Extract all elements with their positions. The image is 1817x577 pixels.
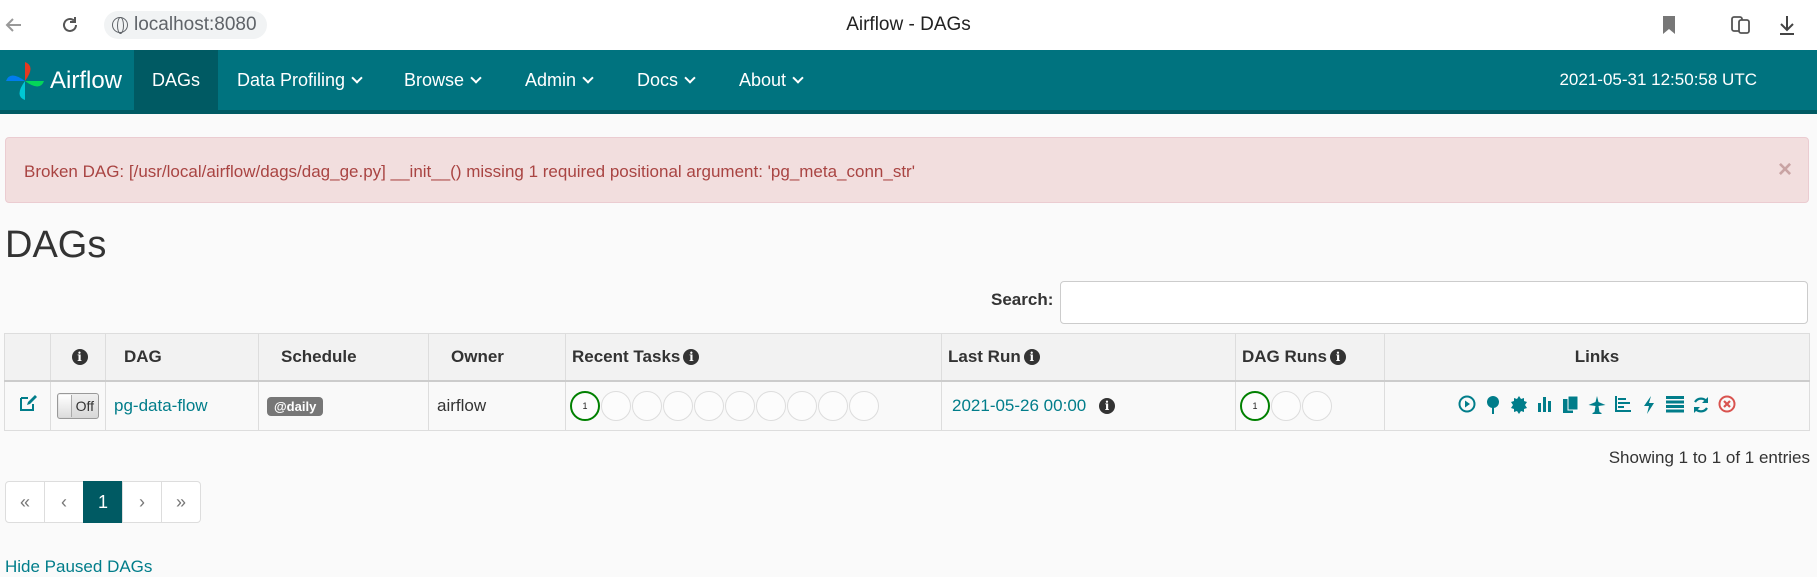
run-status-circle[interactable]: [1271, 390, 1301, 421]
schedule-badge[interactable]: @daily: [267, 396, 324, 416]
gantt-icon[interactable]: [1612, 395, 1634, 417]
nav-docs-label: Docs: [637, 69, 679, 90]
run-status-success[interactable]: 1: [1240, 390, 1270, 421]
toggle-cell: Off: [50, 380, 106, 431]
current-page-button[interactable]: 1: [83, 481, 123, 523]
header-schedule[interactable]: Schedule: [258, 333, 429, 382]
graph-view-icon[interactable]: [1508, 395, 1530, 417]
broken-dag-alert: Broken DAG: [/usr/local/airflow/dags/dag…: [5, 137, 1809, 203]
tries-icon[interactable]: [1560, 395, 1582, 417]
task-status-success[interactable]: 1: [570, 390, 600, 421]
nav-browse[interactable]: Browse: [386, 50, 498, 110]
task-status-circle[interactable]: [756, 390, 786, 421]
next-page-button[interactable]: ›: [122, 481, 162, 523]
schedule-cell: @daily: [258, 380, 429, 431]
logs-icon[interactable]: [1664, 395, 1686, 417]
chevron-down-icon: [351, 71, 363, 84]
task-status-circle[interactable]: [725, 390, 755, 421]
table-row: Off pg-data-flow @daily airflow 1 2021-0…: [4, 380, 1810, 431]
dag-id-cell: pg-data-flow: [105, 380, 259, 431]
nav-data-profiling[interactable]: Data Profiling: [219, 50, 379, 110]
chevron-down-icon: [792, 71, 804, 84]
last-run-cell: 2021-05-26 00:00 i: [941, 380, 1236, 431]
header-info: i: [50, 333, 106, 382]
pagination: « ‹ 1 › »: [5, 481, 201, 523]
dag-link[interactable]: pg-data-flow: [114, 396, 208, 415]
table-header-row: i DAG Schedule Owner Recent Tasks i Last …: [4, 333, 1810, 382]
header-edit: [4, 333, 51, 382]
header-dag-runs: DAG Runs i: [1235, 333, 1385, 382]
header-last-run: Last Run i: [941, 333, 1236, 382]
refresh-icon[interactable]: [1690, 395, 1712, 417]
chevron-down-icon: [470, 71, 482, 84]
nav-admin[interactable]: Admin: [507, 50, 610, 110]
last-run-link[interactable]: 2021-05-26 00:00: [952, 396, 1086, 415]
landing-times-icon[interactable]: [1586, 395, 1608, 417]
task-status-circle[interactable]: [787, 390, 817, 421]
task-status-circle[interactable]: [694, 390, 724, 421]
hide-paused-dags-link[interactable]: Hide Paused DAGs: [5, 557, 152, 577]
run-status-circle[interactable]: [1302, 390, 1332, 421]
task-status-circle[interactable]: [601, 390, 631, 421]
top-navbar: Airflow DAGs Data Profiling Browse Admin…: [0, 50, 1817, 114]
download-icon[interactable]: [1774, 12, 1800, 38]
task-status-circle[interactable]: [663, 390, 693, 421]
chevron-down-icon: [582, 71, 594, 84]
tree-view-icon[interactable]: [1482, 395, 1504, 417]
extensions-icon[interactable]: [1728, 12, 1754, 38]
entries-info: Showing 1 to 1 of 1 entries: [1608, 448, 1810, 467]
nav-admin-label: Admin: [525, 69, 577, 90]
owner-cell: airflow: [428, 380, 566, 431]
info-icon: i: [1330, 349, 1346, 366]
server-time: 2021-05-31 12:50:58 UTC: [1559, 70, 1757, 89]
browser-tab-title: Airflow - DAGs: [846, 14, 971, 35]
edit-cell: [4, 380, 51, 431]
nav-docs[interactable]: Docs: [619, 50, 712, 110]
delete-dag-icon[interactable]: [1716, 395, 1738, 417]
search-label: Search:: [991, 290, 1054, 309]
browser-chrome: localhost:8080 Airflow - DAGs: [0, 0, 1817, 50]
header-dag[interactable]: DAG: [105, 333, 259, 382]
edit-icon[interactable]: [18, 393, 38, 413]
recent-tasks-cell: 1: [565, 380, 942, 431]
header-links: Links: [1384, 333, 1810, 382]
first-page-button[interactable]: «: [5, 481, 45, 523]
code-view-icon[interactable]: [1638, 395, 1660, 417]
info-icon: i: [71, 349, 88, 366]
pinwheel-icon: [6, 62, 44, 100]
alert-message: Broken DAG: [/usr/local/airflow/dags/dag…: [24, 162, 915, 181]
info-icon: i: [683, 349, 700, 366]
task-status-circle[interactable]: [849, 390, 879, 421]
info-icon: i: [1023, 349, 1040, 366]
nav-dags-label: DAGs: [152, 69, 201, 90]
nav-about-label: About: [739, 69, 787, 90]
header-owner[interactable]: Owner: [428, 333, 566, 382]
duration-chart-icon[interactable]: [1534, 395, 1556, 417]
links-cell: [1384, 380, 1810, 431]
pause-toggle[interactable]: Off: [57, 392, 99, 419]
info-icon[interactable]: i: [1098, 398, 1115, 415]
header-recent-tasks: Recent Tasks i: [565, 333, 942, 382]
nav-about[interactable]: About: [721, 50, 820, 110]
dags-table: i DAG Schedule Owner Recent Tasks i Last …: [4, 333, 1810, 431]
task-status-circle[interactable]: [818, 390, 848, 421]
nav-data-profiling-label: Data Profiling: [237, 69, 346, 90]
close-icon[interactable]: ×: [1778, 156, 1792, 184]
page-title: DAGs: [5, 224, 107, 266]
nav-dags[interactable]: DAGs: [134, 50, 219, 110]
last-page-button[interactable]: »: [161, 481, 201, 523]
brand-name: Airflow: [50, 67, 123, 94]
prev-page-button[interactable]: ‹: [44, 481, 84, 523]
task-status-circle[interactable]: [632, 390, 662, 421]
search-input[interactable]: [1060, 281, 1808, 324]
dag-runs-cell: 1: [1235, 380, 1385, 431]
chevron-down-icon: [684, 71, 696, 84]
trigger-dag-icon[interactable]: [1456, 395, 1478, 417]
airflow-logo[interactable]: Airflow: [4, 58, 122, 104]
nav-browse-label: Browse: [404, 69, 465, 90]
bookmark-icon[interactable]: [1656, 12, 1682, 38]
